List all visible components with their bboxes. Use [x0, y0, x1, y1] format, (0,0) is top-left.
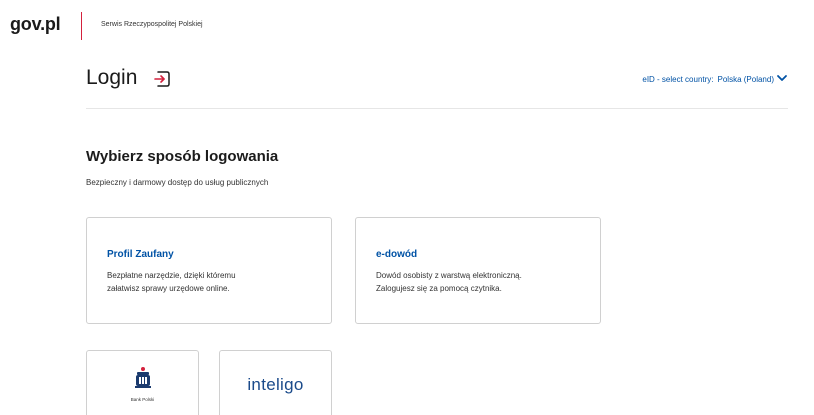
bank-name: Bank Polski	[130, 397, 155, 402]
card-title: e-dowód	[376, 249, 418, 260]
login-row: Login eID - select country: Polska (Polan…	[86, 63, 788, 109]
eid-country-select[interactable]: eID - select country: Polska (Poland)	[642, 75, 774, 84]
card-description-line: załatwisz sprawy urzędowe online.	[107, 284, 230, 293]
section-description: Bezpieczny i darmowy dostęp do usług pub…	[86, 178, 269, 187]
card-description-line: Zalogujesz się za pomocą czytnika.	[376, 284, 502, 293]
page-title: Login	[86, 66, 138, 89]
e-dowod-card[interactable]: e-dowód Dowód osobisty z warstwą elektro…	[355, 217, 601, 324]
pko-bank-polski-card[interactable]: Bank Polski	[86, 350, 199, 415]
profil-zaufany-card[interactable]: Profil Zaufany Bezpłatne narzędzie, dzię…	[86, 217, 332, 324]
card-title: Profil Zaufany	[107, 249, 174, 260]
chevron-down-icon[interactable]	[776, 72, 788, 84]
inteligo-card[interactable]: inteligo	[219, 350, 332, 415]
card-description: Dowód osobisty z warstwą elektroniczną. …	[376, 269, 586, 295]
gov-logo-link[interactable]: gov.pl	[10, 14, 61, 35]
header-subtitle: Serwis Rzeczypospolitej Polskiej	[101, 21, 203, 28]
section-heading: Wybierz sposób logowania	[86, 148, 279, 165]
card-description-line: Bezpłatne narzędzie, dzięki któremu	[107, 271, 236, 280]
eid-selected-country: Polska (Poland)	[717, 75, 774, 84]
card-description: Bezpłatne narzędzie, dzięki któremu zała…	[107, 269, 317, 295]
top-bar: gov.pl Serwis Rzeczypospolitej Polskiej	[0, 0, 814, 52]
eid-label: eID - select country:	[642, 75, 714, 84]
pko-logo-icon	[135, 367, 151, 388]
inteligo-logo: inteligo	[247, 375, 304, 394]
header-divider	[81, 12, 82, 40]
login-icon	[154, 71, 170, 87]
card-description-line: Dowód osobisty z warstwą elektroniczną.	[376, 271, 522, 280]
